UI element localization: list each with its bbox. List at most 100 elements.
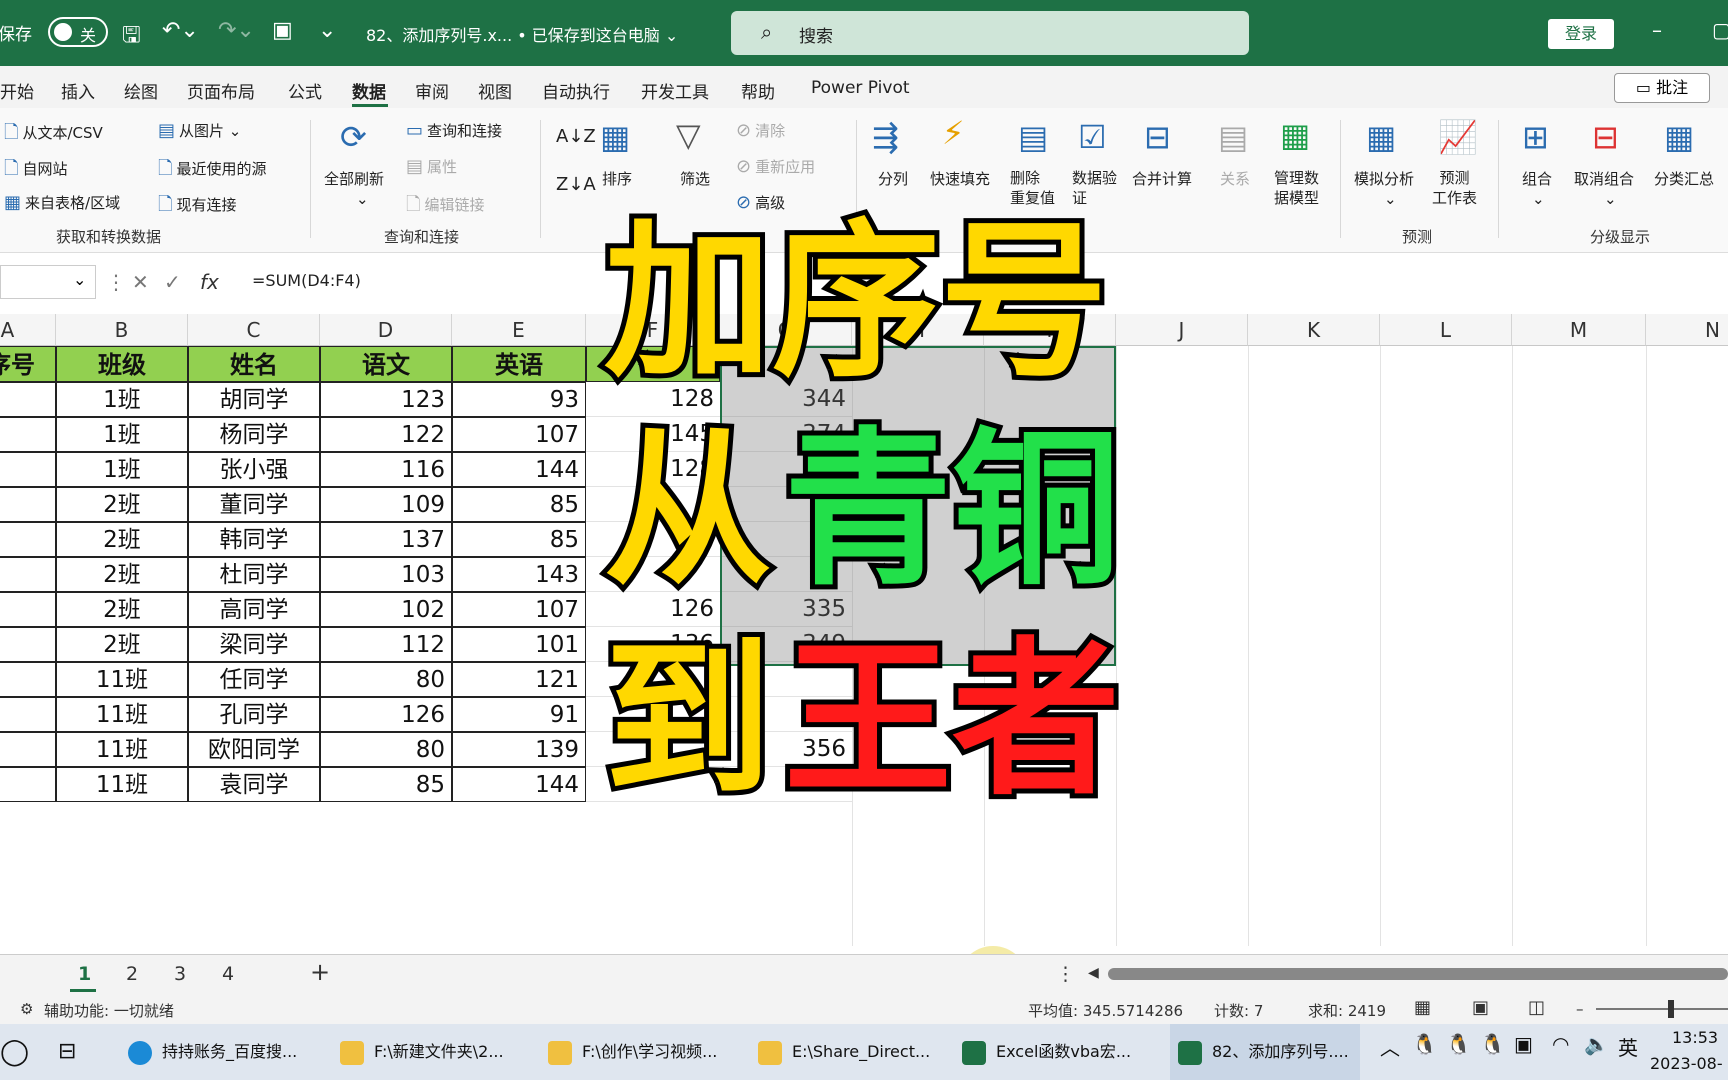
cell-english[interactable]: 121: [452, 662, 586, 697]
cell-seq[interactable]: [0, 417, 56, 452]
cell-name[interactable]: 欧阳同学: [188, 732, 320, 767]
tab-home[interactable]: 开始: [0, 78, 34, 103]
page-layout-view-icon[interactable]: ▣: [1472, 997, 1489, 1018]
cell-chinese[interactable]: 137: [320, 522, 452, 557]
add-sheet-button[interactable]: +: [310, 958, 330, 986]
cell-chinese[interactable]: 116: [320, 452, 452, 487]
column-header-a[interactable]: A: [0, 314, 56, 346]
taskbar-item-folder-2[interactable]: F:\创作\学习视频...: [548, 1024, 728, 1080]
cell-name[interactable]: 韩同学: [188, 522, 320, 557]
column-header-l[interactable]: L: [1380, 314, 1512, 346]
cell-class[interactable]: 2班: [56, 487, 188, 522]
tray-app-icon[interactable]: 🐧: [1480, 1032, 1505, 1056]
customize-qat-icon[interactable]: ⌄: [318, 18, 336, 43]
ungroup-button[interactable]: 取消组合: [1574, 168, 1634, 189]
cell-name[interactable]: 袁同学: [188, 767, 320, 802]
cell-chinese[interactable]: 80: [320, 662, 452, 697]
filter-button[interactable]: 筛选: [680, 168, 710, 189]
header-chinese[interactable]: 语文: [320, 346, 452, 382]
cell-chinese[interactable]: 80: [320, 732, 452, 767]
tray-app-icon[interactable]: 🐧: [1412, 1032, 1437, 1056]
comments-button[interactable]: ▭ 批注: [1614, 73, 1710, 103]
cell-class[interactable]: 2班: [56, 522, 188, 557]
more-options-icon[interactable]: ⋮: [106, 270, 126, 294]
tab-formulas[interactable]: 公式: [288, 78, 322, 103]
taskbar-item-excel-vba[interactable]: Excel函数vba宏...: [962, 1024, 1142, 1080]
cell-english[interactable]: 91: [452, 697, 586, 732]
cell-name[interactable]: 高同学: [188, 592, 320, 627]
zoom-slider[interactable]: [1596, 1008, 1728, 1010]
cell-name[interactable]: 杜同学: [188, 557, 320, 592]
worksheet[interactable]: A B C D E F G H I J K L M N 序号 班级 姓名 语文 …: [0, 213, 1728, 1016]
cancel-icon[interactable]: ✕: [132, 270, 149, 294]
cell-seq[interactable]: [0, 767, 56, 802]
cell-seq[interactable]: [0, 382, 56, 417]
column-header-e[interactable]: E: [452, 314, 586, 346]
refresh-dropdown-icon[interactable]: ⌄: [356, 190, 369, 208]
taskbar-item-edge[interactable]: 持持账务_百度搜...: [124, 1024, 314, 1080]
recent-sources-button[interactable]: 🗋 最近使用的源: [158, 156, 267, 186]
minimize-button[interactable]: –: [1652, 18, 1662, 42]
cell-class[interactable]: 11班: [56, 767, 188, 802]
cell-class[interactable]: 1班: [56, 382, 188, 417]
cell-english[interactable]: 144: [452, 767, 586, 802]
queries-connections-button[interactable]: ▭ 查询和连接: [406, 120, 502, 141]
cell-class[interactable]: 2班: [56, 627, 188, 662]
cell-class[interactable]: 2班: [56, 557, 188, 592]
cell-chinese[interactable]: 122: [320, 417, 452, 452]
task-view-icon[interactable]: ⊟: [58, 1024, 76, 1080]
column-header-n[interactable]: N: [1646, 314, 1728, 346]
column-header-b[interactable]: B: [56, 314, 188, 346]
document-title[interactable]: 82、添加序列号.x... • 已保存到这台电脑 ⌄: [366, 22, 678, 46]
page-break-view-icon[interactable]: ◫: [1528, 997, 1545, 1018]
cell-class[interactable]: 11班: [56, 732, 188, 767]
column-header-k[interactable]: K: [1248, 314, 1380, 346]
clock-date[interactable]: 2023-08-: [1650, 1054, 1723, 1073]
redo-icon[interactable]: ↷⌄: [218, 18, 255, 43]
column-header-j[interactable]: J: [1116, 314, 1248, 346]
cell-seq[interactable]: [0, 557, 56, 592]
cell-class[interactable]: 11班: [56, 662, 188, 697]
scroll-left-icon[interactable]: ◀: [1088, 965, 1099, 981]
tab-draw[interactable]: 绘图: [124, 78, 158, 103]
zoom-out-icon[interactable]: –: [1576, 1000, 1584, 1018]
column-header-m[interactable]: M: [1512, 314, 1646, 346]
cell-english[interactable]: 107: [452, 592, 586, 627]
sheet-tab-3[interactable]: 3: [174, 963, 186, 985]
from-picture-button[interactable]: ▤ 从图片 ⌄: [158, 120, 241, 141]
tab-automate[interactable]: 自动执行: [542, 78, 610, 103]
tab-help[interactable]: 帮助: [741, 78, 775, 103]
normal-view-icon[interactable]: ▦: [1414, 997, 1431, 1018]
save-icon[interactable]: 🖫: [122, 18, 141, 56]
cell-name[interactable]: 任同学: [188, 662, 320, 697]
cell-chinese[interactable]: 112: [320, 627, 452, 662]
search-box[interactable]: ⌕ 搜索: [731, 11, 1249, 55]
tab-page-layout[interactable]: 页面布局: [187, 78, 255, 103]
restore-button[interactable]: ▢: [1712, 18, 1728, 42]
from-text-csv-button[interactable]: 🗋 从文本/CSV: [4, 120, 103, 150]
tab-power-pivot[interactable]: Power Pivot: [811, 78, 910, 98]
sheet-tab-2[interactable]: 2: [126, 963, 138, 985]
cell-seq[interactable]: [0, 697, 56, 732]
tray-app-icon[interactable]: ▣: [1514, 1032, 1533, 1056]
cell-chinese[interactable]: 103: [320, 557, 452, 592]
cell-seq[interactable]: [0, 627, 56, 662]
remove-duplicates-button[interactable]: 删除 重复值: [1010, 168, 1055, 208]
sort-button[interactable]: 排序: [602, 168, 632, 189]
cell-seq[interactable]: [0, 452, 56, 487]
formula-input[interactable]: =SUM(D4:F4): [252, 271, 361, 290]
clear-filter-button[interactable]: ⊘ 清除: [736, 120, 785, 141]
refresh-all-button[interactable]: 全部刷新: [324, 168, 384, 189]
edit-links-button[interactable]: 🗋 编辑链接: [406, 192, 485, 222]
consolidate-button[interactable]: 合并计算: [1132, 168, 1192, 189]
tab-data[interactable]: 数据: [352, 78, 386, 103]
cell-class[interactable]: 1班: [56, 452, 188, 487]
reapply-button[interactable]: ⊘ 重新应用: [736, 156, 815, 177]
cell-chinese[interactable]: 123: [320, 382, 452, 417]
from-table-button[interactable]: ▦ 来自表格/区域: [4, 192, 120, 213]
cell-english[interactable]: 85: [452, 487, 586, 522]
sort-ascending-button[interactable]: A↓Z: [556, 126, 596, 147]
cell-seq[interactable]: [0, 592, 56, 627]
header-name[interactable]: 姓名: [188, 346, 320, 382]
tab-developer[interactable]: 开发工具: [641, 78, 709, 103]
